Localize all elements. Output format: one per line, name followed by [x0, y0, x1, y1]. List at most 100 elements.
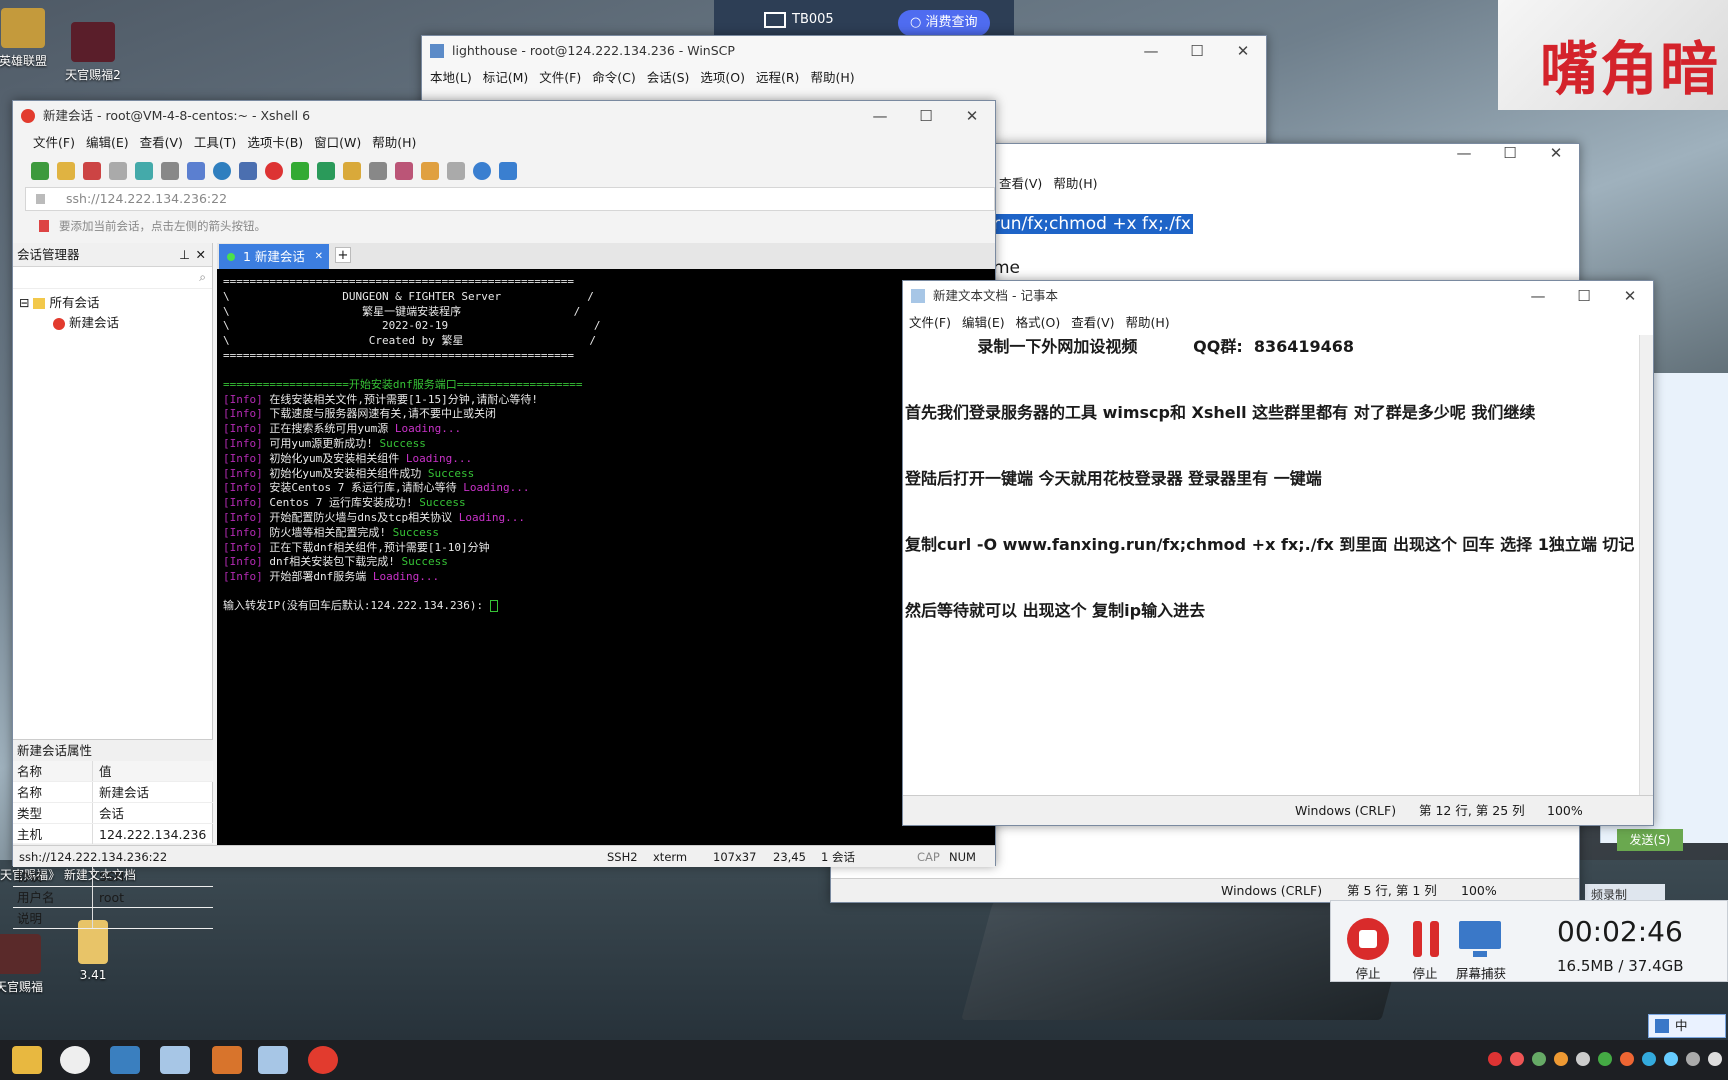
tray-icon[interactable]: [1620, 1052, 1634, 1066]
menu-item[interactable]: 工具(T): [194, 131, 236, 155]
folder-add-icon[interactable]: [421, 162, 439, 180]
menu-item[interactable]: 编辑(E): [962, 311, 1005, 335]
maximize-button[interactable]: ☐: [1174, 36, 1220, 66]
menu-item[interactable]: 查看(V): [140, 131, 183, 155]
close-button[interactable]: ✕: [1533, 144, 1579, 174]
table-row: 用户名 root: [13, 887, 213, 908]
notepad2-taskbar-icon[interactable]: [258, 1046, 288, 1074]
pause-record-button[interactable]: [1403, 917, 1449, 961]
tile-icon[interactable]: [447, 162, 465, 180]
minimize-button[interactable]: —: [1515, 281, 1561, 311]
terminal-line: [Info] 初始化yum及安装相关组件 Loading...: [223, 452, 989, 467]
close-button[interactable]: ✕: [1220, 36, 1266, 66]
globe-icon[interactable]: [213, 162, 231, 180]
close-button[interactable]: ✕: [949, 101, 995, 131]
chat-icon[interactable]: [499, 162, 517, 180]
media-taskbar-icon[interactable]: [212, 1046, 242, 1074]
menu-item[interactable]: 查看(V): [1071, 311, 1114, 335]
maximize-button[interactable]: ☐: [903, 101, 949, 131]
ime-indicator[interactable]: 中: [1648, 1014, 1726, 1038]
query-button[interactable]: ○ 消费查询: [898, 10, 990, 36]
notepad-text-area[interactable]: 录制一下外网加设视频 QQ群: 836419468 首先我们登录服务器的工具 w…: [903, 335, 1639, 797]
terminal[interactable]: ========================================…: [217, 269, 995, 845]
tree-item-all-sessions[interactable]: ⊟ 所有会话: [19, 293, 206, 313]
script-icon[interactable]: [395, 162, 413, 180]
tray-icon[interactable]: [1576, 1052, 1590, 1066]
minimize-button[interactable]: —: [1441, 144, 1487, 174]
desktop-icon-tgcf2[interactable]: 天官赐福2: [48, 22, 138, 83]
help-icon[interactable]: [473, 162, 491, 180]
tab-new-session[interactable]: 1 新建会话 ✕: [219, 244, 329, 269]
minimize-button[interactable]: —: [857, 101, 903, 131]
menu-item[interactable]: 会话(S): [647, 66, 690, 90]
properties-icon[interactable]: [135, 162, 153, 180]
xftp-icon[interactable]: [265, 162, 283, 180]
layout-icon[interactable]: [187, 162, 205, 180]
tray-icon[interactable]: [1708, 1052, 1722, 1066]
collapse-icon[interactable]: ⊟: [19, 295, 33, 310]
tray-icon[interactable]: [1664, 1052, 1678, 1066]
menu-item[interactable]: 文件(F): [909, 311, 951, 335]
menu-item[interactable]: 文件(F): [33, 131, 75, 155]
tray-icon[interactable]: [1598, 1052, 1612, 1066]
disconnect-icon[interactable]: [109, 162, 127, 180]
log-tag: [Info]: [223, 481, 263, 495]
menu-item[interactable]: 格式(O): [1016, 311, 1061, 335]
font-icon[interactable]: [239, 162, 257, 180]
menu-item[interactable]: 选项卡(B): [247, 131, 303, 155]
menu-item[interactable]: 远程(R): [756, 66, 799, 90]
menu-item[interactable]: 帮助(H): [372, 131, 416, 155]
file-explorer-icon[interactable]: [12, 1046, 42, 1074]
tree-item-new-session[interactable]: 新建会话: [19, 313, 206, 333]
lock-icon[interactable]: [343, 162, 361, 180]
pin-icon[interactable]: ⊥: [179, 243, 190, 267]
menu-item[interactable]: 窗口(W): [314, 131, 361, 155]
notepad-titlebar: 新建文本文档 - 记事本 — ☐ ✕: [903, 281, 1653, 311]
find-icon[interactable]: [161, 162, 179, 180]
maximize-button[interactable]: ☐: [1561, 281, 1607, 311]
tray-icon[interactable]: [1488, 1052, 1502, 1066]
desktop-icon-folder[interactable]: 3.41: [48, 920, 138, 982]
new-session-icon[interactable]: [31, 162, 49, 180]
stop-record-button[interactable]: [1345, 917, 1391, 961]
connect-icon[interactable]: [83, 162, 101, 180]
close-icon[interactable]: ✕: [315, 244, 323, 269]
menu-item[interactable]: 命令(C): [592, 66, 635, 90]
monitor-icon: [1459, 921, 1501, 957]
menu-item[interactable]: 编辑(E): [86, 131, 129, 155]
menu-item[interactable]: 查看(V): [999, 172, 1042, 196]
add-tab-button[interactable]: +: [335, 247, 351, 263]
maximize-button[interactable]: ☐: [1487, 144, 1533, 174]
tray-icon[interactable]: [1642, 1052, 1656, 1066]
menu-item[interactable]: 文件(F): [539, 66, 581, 90]
menu-item[interactable]: 标记(M): [483, 66, 529, 90]
winscp-taskbar-icon[interactable]: [110, 1046, 140, 1074]
address-bar[interactable]: ssh://124.222.134.236:22: [25, 187, 995, 211]
xftp2-icon[interactable]: [291, 162, 309, 180]
send-button[interactable]: 发送(S): [1617, 829, 1683, 851]
prop-key: 类型: [13, 803, 93, 823]
session-filter-input[interactable]: ⌕: [13, 267, 212, 289]
xshell-taskbar-icon[interactable]: [308, 1046, 338, 1074]
tray-icon[interactable]: [1686, 1052, 1700, 1066]
menu-item[interactable]: 帮助(H): [1053, 172, 1097, 196]
screen-capture-button[interactable]: [1457, 917, 1503, 961]
tray-icon[interactable]: [1554, 1052, 1568, 1066]
menu-item[interactable]: 选项(O): [700, 66, 745, 90]
winscp-titlebar: lighthouse - root@124.222.134.236 - WinS…: [422, 36, 1266, 66]
menu-item[interactable]: 帮助(H): [810, 66, 854, 90]
tray-icon[interactable]: [1510, 1052, 1524, 1066]
close-icon[interactable]: ✕: [196, 243, 206, 267]
panda-icon[interactable]: [60, 1046, 90, 1074]
menu-item[interactable]: 本地(L): [430, 66, 472, 90]
fullscreen-icon[interactable]: [317, 162, 335, 180]
notepad-taskbar-icon[interactable]: [160, 1046, 190, 1074]
log-status: Success: [379, 436, 426, 450]
minimize-button[interactable]: —: [1128, 36, 1174, 66]
menu-item[interactable]: 帮助(H): [1126, 311, 1170, 335]
keyboard-icon[interactable]: [369, 162, 387, 180]
close-button[interactable]: ✕: [1607, 281, 1653, 311]
tray-icon[interactable]: [1532, 1052, 1546, 1066]
vertical-scrollbar[interactable]: [1639, 335, 1653, 797]
open-folder-icon[interactable]: [57, 162, 75, 180]
